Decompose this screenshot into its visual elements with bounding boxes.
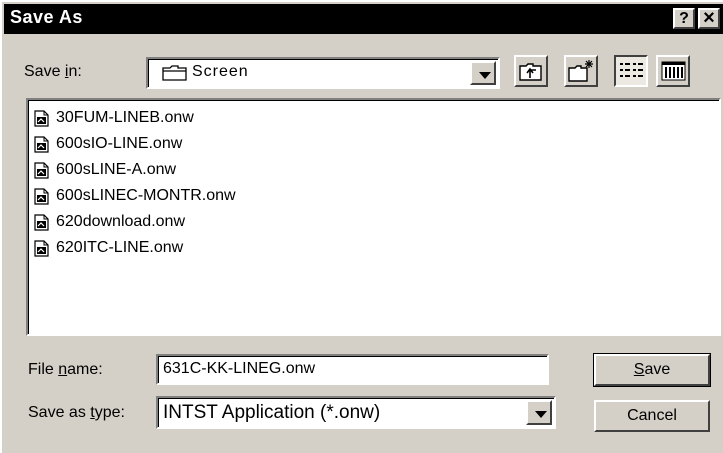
file-name-text: 620ITC-LINE.onw: [56, 239, 184, 256]
document-icon: [34, 110, 49, 127]
save-in-dropdown[interactable]: Screen: [146, 57, 500, 89]
file-name-text: 600sIO-LINE.onw: [56, 135, 183, 152]
save-button[interactable]: Save: [593, 353, 711, 387]
document-icon: [34, 214, 49, 231]
list-view-button[interactable]: [614, 55, 648, 87]
up-one-level-icon: [519, 63, 542, 81]
file-name-text: 30FUM-LINEB.onw: [56, 109, 194, 126]
new-folder-button[interactable]: [564, 55, 598, 87]
save-as-type-dropdown-button[interactable]: [526, 400, 552, 425]
file-name-text: 600sLINEC-MONTR.onw: [56, 187, 236, 204]
file-name-label: File name:: [28, 361, 103, 378]
details-view-icon: [661, 61, 686, 81]
document-icon: [34, 188, 49, 205]
chevron-down-icon: [535, 411, 547, 418]
document-icon: [34, 240, 49, 257]
cancel-button[interactable]: Cancel: [594, 400, 710, 432]
list-view-icon: [620, 63, 643, 77]
file-name-input[interactable]: 631C-KK-LINEG.onw: [156, 354, 549, 385]
save-in-label: Save in:: [24, 63, 82, 80]
file-name-text: 620download.onw: [56, 213, 185, 230]
document-icon: [34, 162, 49, 179]
details-view-button[interactable]: [656, 55, 690, 87]
close-button[interactable]: ×: [698, 8, 720, 29]
title-bar[interactable]: Save As ? ×: [4, 4, 723, 34]
save-as-dialog: Save As ? × Save in: Screen 30FUM-LINEB.…: [0, 0, 723, 453]
save-as-type-label: Save as type:: [28, 404, 125, 421]
dialog-title: Save As: [10, 7, 83, 27]
file-name-value: 631C-KK-LINEG.onw: [163, 360, 316, 377]
file-name-text: 600sLINE-A.onw: [56, 161, 177, 178]
new-folder-icon: [568, 60, 593, 82]
save-as-type-dropdown[interactable]: INTST Application (*.onw): [156, 396, 556, 429]
save-as-type-value: INTST Application (*.onw): [163, 402, 381, 423]
document-icon: [34, 136, 49, 153]
chevron-down-icon: [479, 72, 491, 79]
folder-icon: [162, 65, 187, 81]
help-button[interactable]: ?: [673, 8, 695, 29]
file-list[interactable]: 30FUM-LINEB.onw 600sIO-LINE.onw 600sLINE-A…: [26, 98, 721, 336]
up-one-level-button[interactable]: [514, 55, 548, 87]
save-in-value: Screen: [192, 63, 249, 80]
save-in-dropdown-button[interactable]: [470, 61, 496, 85]
